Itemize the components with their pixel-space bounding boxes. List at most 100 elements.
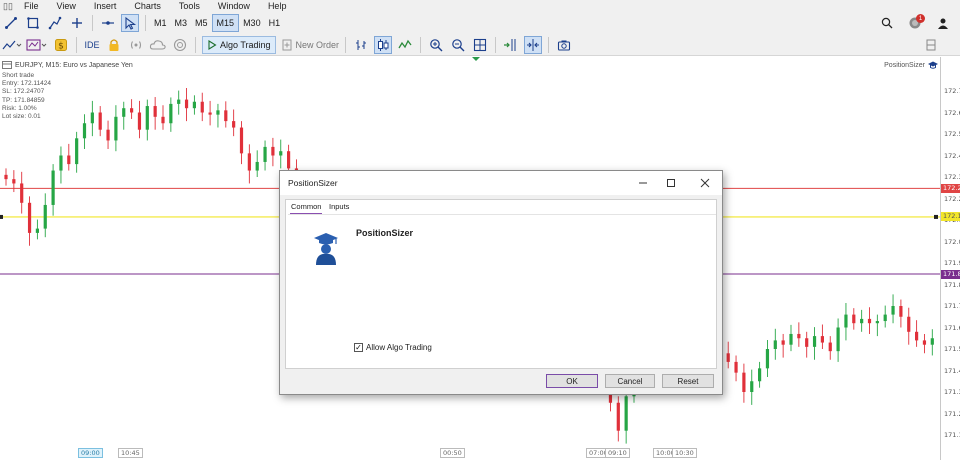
- dialog-content: Common Inputs PositionSizer ✓ Allow Algo…: [285, 199, 717, 369]
- ok-button[interactable]: OK: [546, 374, 598, 388]
- lock-icon[interactable]: [105, 36, 123, 54]
- price-axis[interactable]: 172.7 172.6 172.5 172.4 172.3 172.2 172.1 172.0…: [940, 57, 960, 460]
- ide-button[interactable]: IDE: [83, 36, 101, 54]
- price-label: 172.7: [944, 87, 960, 95]
- auto-scroll-icon[interactable]: [502, 36, 520, 54]
- candlestick-icon[interactable]: [374, 35, 393, 54]
- time-axis[interactable]: 09:00 10:45 00:50 07:00 09:10 10:00 10:3…: [0, 446, 940, 460]
- entry-line-handle[interactable]: [934, 214, 938, 219]
- toolbar-drawing: M1 M3 M5 M15 M30 H1 1: [0, 12, 960, 34]
- candle: [216, 103, 220, 128]
- price-label: 172.6: [944, 108, 960, 117]
- trendline-icon[interactable]: [2, 14, 20, 32]
- price-label: 171.1: [944, 431, 960, 439]
- signal-icon[interactable]: [127, 36, 145, 54]
- candle: [765, 339, 770, 377]
- search-icon[interactable]: [878, 14, 896, 32]
- minimize-icon[interactable]: [635, 175, 651, 191]
- maximize-icon[interactable]: [663, 175, 679, 191]
- zoom-in-icon[interactable]: [427, 36, 445, 54]
- candle: [20, 171, 24, 214]
- candle: [907, 307, 911, 345]
- candle: [805, 331, 809, 358]
- cancel-button[interactable]: Cancel: [605, 374, 655, 388]
- layout-indicator-icon[interactable]: [926, 38, 936, 56]
- candle: [852, 308, 856, 330]
- tab-inputs[interactable]: Inputs: [329, 202, 349, 211]
- dialog-titlebar[interactable]: PositionSizer: [280, 171, 722, 195]
- menu-insert[interactable]: Insert: [86, 0, 127, 12]
- bar-chart-icon[interactable]: [352, 36, 370, 54]
- candle: [263, 140, 267, 171]
- candle: [930, 329, 934, 356]
- notifications-icon[interactable]: 1: [908, 14, 925, 30]
- candle: [828, 336, 832, 360]
- algo-trading-button[interactable]: Algo Trading: [202, 35, 276, 54]
- candle: [255, 150, 259, 177]
- position-info: Short trade Entry: 172.11424 SL: 172.247…: [2, 72, 51, 121]
- menu-file[interactable]: File: [16, 0, 49, 12]
- candle: [169, 97, 173, 132]
- candle: [820, 324, 824, 349]
- timeframe-m1[interactable]: M1: [150, 14, 171, 32]
- candle: [726, 341, 730, 369]
- candle: [200, 92, 204, 122]
- ea-indicator[interactable]: PositionSizer: [884, 61, 938, 69]
- algo-trading-label: Algo Trading: [220, 39, 271, 50]
- allow-algo-trading-row[interactable]: ✓ Allow Algo Trading: [354, 343, 432, 352]
- account-icon[interactable]: [934, 14, 952, 32]
- candle: [279, 139, 283, 169]
- timeframe-m3[interactable]: M3: [171, 14, 192, 32]
- menu-window[interactable]: Window: [210, 0, 260, 12]
- tab-common[interactable]: Common: [289, 202, 323, 214]
- price-label: 171.7: [944, 302, 960, 310]
- cursor-icon[interactable]: [121, 14, 139, 32]
- time-label: 10:30: [672, 448, 697, 458]
- graduation-cap-icon: [928, 61, 938, 69]
- new-order-button[interactable]: New Order: [282, 36, 339, 54]
- entry-line-text: Entry: 172.11424: [2, 80, 52, 88]
- timeframe-m15[interactable]: M15: [211, 14, 240, 32]
- candle: [4, 168, 8, 186]
- menu-tools[interactable]: Tools: [171, 0, 210, 12]
- close-icon[interactable]: [697, 175, 713, 191]
- tile-windows-icon[interactable]: [471, 36, 489, 54]
- menu-charts[interactable]: Charts: [126, 0, 171, 12]
- market-icon[interactable]: $: [52, 36, 70, 54]
- chart-shift-icon[interactable]: [524, 35, 543, 54]
- take-profit-text: TP: 171.84859: [2, 96, 45, 104]
- screenshot-icon[interactable]: [555, 36, 573, 54]
- zoom-out-icon[interactable]: [449, 36, 467, 54]
- timeframe-m30[interactable]: M30: [239, 14, 265, 32]
- candle: [224, 101, 228, 128]
- stop-loss-text: SL: 172.24707: [2, 88, 45, 96]
- candle: [844, 302, 848, 341]
- horizontal-line-icon[interactable]: [99, 14, 117, 32]
- candle: [98, 106, 102, 137]
- toolbar-divider: [145, 15, 146, 31]
- timeframe-m5[interactable]: M5: [191, 14, 212, 32]
- app-logo-icon[interactable]: ▯▯: [2, 1, 14, 11]
- candle: [192, 95, 196, 115]
- entry-line-handle[interactable]: [0, 214, 3, 219]
- rectangle-icon[interactable]: [24, 14, 42, 32]
- candle: [781, 333, 785, 358]
- allow-algo-trading-checkbox[interactable]: ✓: [354, 343, 363, 352]
- plus-icon[interactable]: [68, 14, 86, 32]
- menu-view[interactable]: View: [49, 0, 86, 12]
- timeframe-h1[interactable]: H1: [265, 14, 285, 32]
- line-chart-icon[interactable]: [396, 36, 414, 54]
- allow-algo-trading-label: Allow Algo Trading: [366, 343, 432, 352]
- chart-templates-icon[interactable]: [26, 36, 48, 54]
- ea-name: PositionSizer: [356, 228, 414, 238]
- indicators-icon[interactable]: [2, 36, 22, 54]
- candle: [67, 143, 71, 171]
- polyline-icon[interactable]: [46, 14, 64, 32]
- price-label: 172.4: [944, 151, 960, 160]
- candle: [82, 114, 87, 150]
- vps-icon[interactable]: [171, 36, 189, 54]
- cloud-icon[interactable]: [149, 36, 167, 54]
- reset-button[interactable]: Reset: [662, 374, 714, 388]
- chart-shift-marker[interactable]: [472, 57, 480, 61]
- menu-help[interactable]: Help: [260, 0, 297, 12]
